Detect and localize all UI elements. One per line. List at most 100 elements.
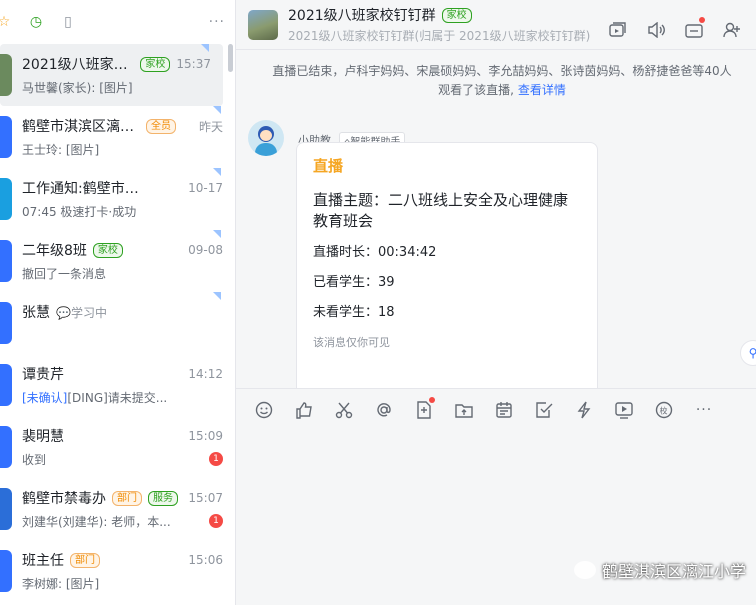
card-note: 该消息仅你可见 xyxy=(313,336,390,349)
conversation-item[interactable]: 工作通知:鹤壁市淇滨区... 10-17 07:45 极速打卡·成功 xyxy=(0,168,235,230)
watermark: 鹤壁淇滨区漓江小学 xyxy=(573,558,746,582)
sidebar-toolbar: ☆ ◷ ▯ ··· xyxy=(0,0,235,44)
conversation-preview: 马世馨(家长): [图片] xyxy=(22,79,133,96)
conversation-item[interactable]: 二年级8班 家校 09-08 撤回了一条消息 xyxy=(0,230,235,292)
live-video-icon[interactable] xyxy=(614,400,634,420)
conversation-item[interactable]: 鹤壁市淇滨区漓江... 全员 昨天 王士玲: [图片] xyxy=(0,106,235,168)
conversation-time: 10-17 xyxy=(188,181,223,195)
conversation-avatar[interactable] xyxy=(0,54,12,96)
card-title: 直播 xyxy=(313,157,344,175)
card-watched: 已看学生：39 xyxy=(313,275,395,290)
conversation-tag: 全员 xyxy=(146,118,176,134)
conversation-name: 裴明慧 xyxy=(22,429,64,445)
message-preview-text: [DING]请未提交... xyxy=(67,390,168,405)
unread-badge: 1 xyxy=(209,452,223,466)
conversation-preview: 撤回了一条消息 xyxy=(22,265,106,282)
conversation-item[interactable]: 班主任 部门 15:06 李树娜: [图片] xyxy=(0,540,235,602)
message-preview-text: 刘建华(刘建华): 老师，本... xyxy=(22,514,171,529)
conversation-name: 张慧 xyxy=(22,305,50,321)
pin-icon[interactable]: ⚲ xyxy=(740,340,756,366)
sidebar-scrollbar[interactable] xyxy=(228,44,233,72)
message-preview-text: 收到 xyxy=(22,452,47,467)
conversation-avatar[interactable] xyxy=(0,426,12,468)
message-preview-text: 王士玲: [图片] xyxy=(22,142,100,157)
upload-icon[interactable] xyxy=(454,400,474,420)
star-icon[interactable]: ☆ xyxy=(0,12,14,32)
conversation-avatar[interactable] xyxy=(0,240,12,282)
unread-badge: 1 xyxy=(209,514,223,528)
scissors-icon[interactable] xyxy=(334,400,354,420)
video-icon[interactable] xyxy=(608,20,628,40)
conversation-item[interactable]: 裴明慧 15:09 收到 1 xyxy=(0,416,235,478)
calendar-icon[interactable] xyxy=(494,400,514,420)
message-preview-text: 07:45 极速打卡·成功 xyxy=(22,204,137,219)
conversation-time: 15:07 xyxy=(188,491,223,505)
conversation-tag: 部门 xyxy=(70,552,100,568)
conversation-list: 2021级八班家校... 家校 15:37 马世馨(家长): [图片] 鹤壁市淇… xyxy=(0,44,235,602)
conversation-avatar[interactable] xyxy=(0,550,12,592)
conversation-preview: 李树娜: [图片] xyxy=(22,575,99,592)
live-stream-card[interactable]: 直播 直播主题：二八班线上安全及心理健康教育班会 直播时长：00:34:42 已… xyxy=(296,142,598,388)
conversation-item[interactable]: 2021级八班家校... 家校 15:37 马世馨(家长): [图片] xyxy=(0,44,223,106)
view-details-link[interactable]: 查看详情 xyxy=(518,83,566,97)
chat-header: 2021级八班家校钉钉群 家校 2021级八班家校钉钉群(归属于 2021级八班… xyxy=(236,0,756,50)
add-member-icon[interactable] xyxy=(722,20,742,40)
conversation-preview: 07:45 极速打卡·成功 xyxy=(22,203,136,220)
svg-text:校: 校 xyxy=(660,405,668,415)
emoji-icon[interactable] xyxy=(254,400,274,420)
conversation-preview: 收到 xyxy=(22,451,46,468)
message-preview-text: 李树娜: [图片] xyxy=(22,576,100,591)
corner-marker xyxy=(213,230,221,238)
conversation-name: 班主任 xyxy=(22,553,64,569)
mention-icon[interactable] xyxy=(374,400,394,420)
conversation-time: 09-08 xyxy=(188,243,223,257)
conversation-time: 15:09 xyxy=(188,429,223,443)
watermark-text: 鹤壁淇滨区漓江小学 xyxy=(601,562,746,581)
corner-marker xyxy=(201,44,209,52)
conversation-preview: 王士玲: [图片] xyxy=(22,141,99,158)
folder-icon[interactable] xyxy=(684,17,705,40)
document-icon[interactable]: ▯ xyxy=(58,12,78,32)
school-icon[interactable]: 校 xyxy=(654,400,674,420)
message-prefix: [未确认] xyxy=(22,390,68,405)
group-tag: 家校 xyxy=(441,7,472,23)
conversation-avatar[interactable] xyxy=(0,178,12,220)
speaker-icon[interactable] xyxy=(646,20,666,40)
more-options-icon[interactable]: ··· xyxy=(694,400,714,420)
conversation-time: 15:37 xyxy=(176,57,211,71)
corner-marker xyxy=(213,168,221,176)
conversation-name: 谭贵芹 xyxy=(22,367,64,383)
thumbs-up-icon[interactable] xyxy=(294,400,314,420)
header-tools xyxy=(608,17,742,40)
more-icon[interactable]: ··· xyxy=(209,14,225,30)
conversation-preview: 刘建华(刘建华): 老师，本... xyxy=(22,513,171,530)
system-message: 直播已结束，卢科宇妈妈、宋晨硕妈妈、李允喆妈妈、张诗茵妈妈、杨舒捷爸爸等40人观… xyxy=(236,50,756,100)
conversation-time: 14:12 xyxy=(188,367,223,381)
conversation-avatar[interactable] xyxy=(0,364,12,406)
conversation-name: 鹤壁市禁毒办 xyxy=(22,491,106,507)
message-preview-text: 马世馨(家长): [图片] xyxy=(22,80,133,95)
conversation-name: 2021级八班家校... xyxy=(22,57,135,73)
conversation-item[interactable]: 谭贵芹 14:12 [未确认][DING]请未提交... xyxy=(0,354,235,416)
bot-avatar[interactable] xyxy=(248,120,284,156)
conversation-avatar[interactable] xyxy=(0,488,12,530)
chat-panel: 2021级八班家校钉钉群 家校 2021级八班家校钉钉群(归属于 2021级八班… xyxy=(236,0,756,605)
conversation-status: 💬学习中 xyxy=(56,305,107,320)
card-unwatched: 未看学生：18 xyxy=(313,305,395,320)
clock-icon[interactable]: ◷ xyxy=(26,12,46,32)
add-document-icon[interactable] xyxy=(414,396,435,420)
conversation-avatar[interactable] xyxy=(0,116,12,158)
corner-marker xyxy=(213,106,221,114)
conversation-avatar[interactable] xyxy=(0,302,12,344)
conversation-name: 二年级8班 xyxy=(22,243,87,259)
conversation-time: 昨天 xyxy=(198,119,223,134)
task-check-icon[interactable] xyxy=(534,400,554,420)
lightning-icon[interactable] xyxy=(574,400,594,420)
group-title[interactable]: 2021级八班家校钉钉群 xyxy=(288,5,436,25)
conversation-tag: 家校 xyxy=(140,56,171,72)
conversation-tag: 部门 xyxy=(112,490,142,506)
conversation-item[interactable]: 张慧 💬学习中 xyxy=(0,292,235,354)
conversation-tag-secondary: 服务 xyxy=(148,490,178,506)
group-avatar[interactable] xyxy=(248,9,278,40)
conversation-item[interactable]: 鹤壁市禁毒办 部门 服务 15:07 刘建华(刘建华): 老师，本... 1 xyxy=(0,478,235,540)
